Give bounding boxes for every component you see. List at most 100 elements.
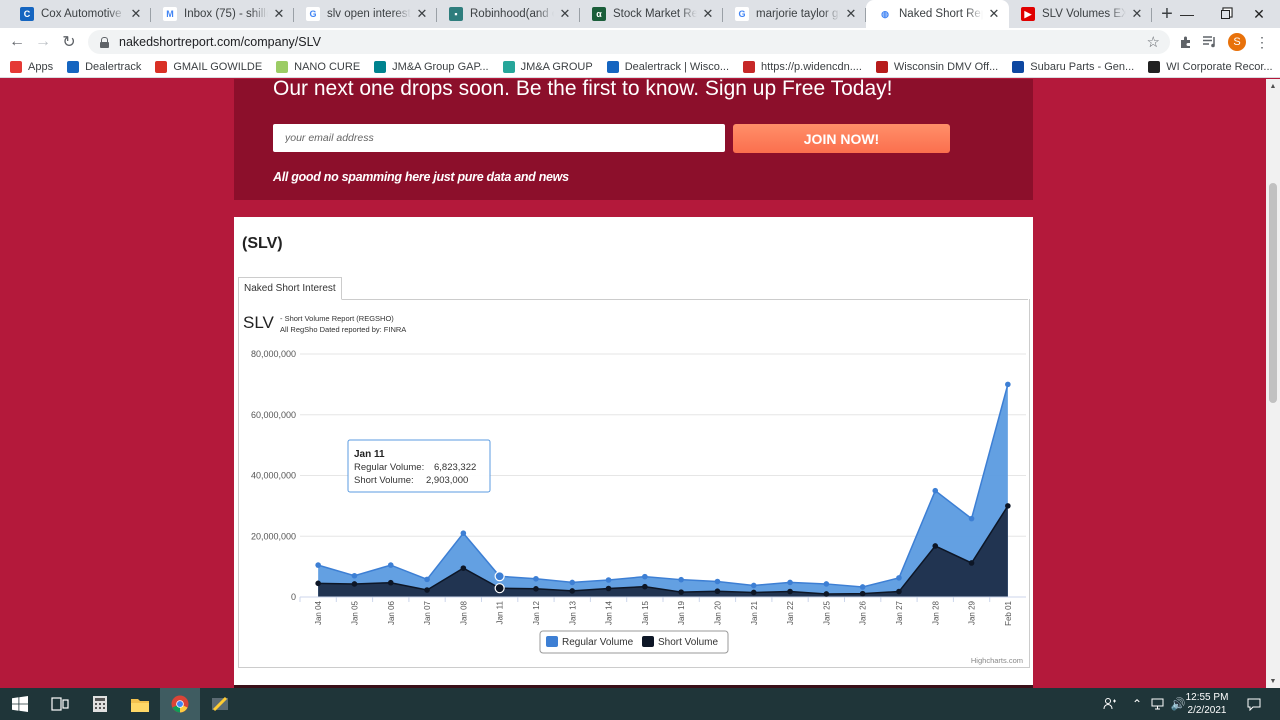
browser-tab[interactable]: ▶ SLV Volumes EXPLO ✕ bbox=[1009, 0, 1152, 28]
data-point[interactable] bbox=[787, 588, 793, 595]
calculator-icon[interactable] bbox=[80, 688, 120, 720]
people-icon[interactable] bbox=[1100, 688, 1120, 720]
tab-title: SLV Volumes EXPLO bbox=[1042, 8, 1126, 20]
windows-start-icon[interactable] bbox=[0, 688, 40, 720]
menu-icon[interactable]: ⋮ bbox=[1254, 28, 1270, 56]
data-point[interactable] bbox=[787, 579, 793, 586]
media-control-icon[interactable] bbox=[1200, 28, 1220, 56]
data-point[interactable] bbox=[678, 576, 684, 583]
bookmark-item[interactable]: GMAIL GOWILDE bbox=[155, 60, 262, 73]
bookmark-star-icon[interactable]: ☆ bbox=[1147, 33, 1160, 51]
bookmark-item[interactable]: Wisconsin DMV Off... bbox=[875, 60, 998, 73]
close-tab-icon[interactable]: ✕ bbox=[272, 6, 286, 22]
bookmark-item[interactable]: Dealertrack | Wisco... bbox=[606, 60, 729, 73]
back-icon[interactable]: ← bbox=[4, 29, 30, 55]
bookmark-item[interactable]: Subaru Parts - Gen... bbox=[1012, 60, 1134, 73]
chevron-up-icon[interactable]: ⌃ bbox=[1128, 688, 1146, 720]
browser-tab[interactable]: ◍ Naked Short Report ✕ bbox=[866, 0, 1009, 28]
close-tab-icon[interactable]: ✕ bbox=[1130, 6, 1144, 22]
tab-title: Robinhood(and othe bbox=[470, 8, 554, 20]
address-bar[interactable]: nakedshortreport.com/company/SLV ☆ bbox=[88, 30, 1170, 54]
data-point[interactable] bbox=[1005, 503, 1011, 509]
data-point[interactable] bbox=[424, 576, 430, 583]
data-point[interactable] bbox=[859, 590, 866, 597]
network-icon[interactable] bbox=[1148, 688, 1168, 720]
bookmark-item[interactable]: JM&A Group GAP... bbox=[374, 60, 489, 73]
data-point[interactable] bbox=[932, 487, 939, 494]
data-point[interactable] bbox=[968, 560, 975, 566]
close-tab-icon[interactable]: ✕ bbox=[415, 6, 429, 22]
forward-icon[interactable]: → bbox=[30, 29, 56, 55]
bookmark-item[interactable]: NANO CURE bbox=[276, 60, 360, 73]
email-field[interactable] bbox=[273, 124, 725, 152]
browser-tab[interactable]: Gslv open interest - G ✕ bbox=[294, 0, 437, 28]
data-point[interactable] bbox=[932, 543, 939, 549]
x-tick-label: Jan 22 bbox=[786, 600, 795, 625]
close-tab-icon[interactable]: ✕ bbox=[844, 6, 858, 22]
data-point[interactable] bbox=[714, 588, 721, 595]
data-point[interactable] bbox=[605, 585, 612, 592]
bookmark-item[interactable]: https://p.widencdn.... bbox=[743, 60, 862, 73]
data-point[interactable] bbox=[351, 572, 358, 579]
legend-item-1[interactable]: Short Volume bbox=[642, 636, 718, 648]
data-point[interactable] bbox=[494, 571, 505, 582]
chrome-taskbar-icon[interactable] bbox=[160, 688, 200, 720]
tab-naked-short-interest[interactable]: Naked Short Interest bbox=[238, 277, 342, 300]
browser-tab[interactable]: C Cox Automotive Sig ✕ bbox=[8, 0, 151, 28]
data-point[interactable] bbox=[968, 515, 975, 522]
data-point[interactable] bbox=[460, 530, 467, 537]
browser-tab[interactable]: Gmarjorie taylor gree ✕ bbox=[723, 0, 866, 28]
bookmark-item[interactable]: Dealertrack bbox=[67, 60, 141, 73]
data-point[interactable] bbox=[642, 583, 648, 590]
data-point[interactable] bbox=[315, 580, 321, 587]
browser-tab[interactable]: ▪ Robinhood(and othe ✕ bbox=[437, 0, 580, 28]
data-point[interactable] bbox=[750, 589, 757, 596]
file-explorer-icon[interactable] bbox=[120, 688, 160, 720]
browser-tab[interactable]: α Stock Market Resea ✕ bbox=[580, 0, 723, 28]
scrollbar-thumb[interactable] bbox=[1269, 183, 1277, 403]
data-point[interactable] bbox=[460, 565, 467, 571]
data-point[interactable] bbox=[387, 579, 394, 586]
data-point[interactable] bbox=[569, 579, 576, 586]
close-window-button[interactable]: ✕ bbox=[1236, 0, 1280, 28]
data-point[interactable] bbox=[424, 587, 430, 593]
data-point[interactable] bbox=[896, 575, 902, 581]
extensions-icon[interactable] bbox=[1176, 28, 1196, 56]
bookmark-item[interactable]: JM&A GROUP bbox=[502, 60, 593, 73]
taskbar-clock[interactable]: 12:55 PM 2/2/2021 bbox=[1181, 691, 1233, 717]
bookmark-item[interactable]: Apps bbox=[10, 60, 53, 73]
scroll-up-icon[interactable]: ▲ bbox=[1266, 79, 1280, 93]
avatar[interactable]: S bbox=[1226, 28, 1248, 56]
notifications-icon[interactable] bbox=[1243, 688, 1265, 720]
reload-icon[interactable]: ↻ bbox=[56, 29, 82, 55]
join-now-button[interactable]: JOIN NOW! bbox=[733, 124, 950, 153]
page-scrollbar[interactable]: ▲ ▼ bbox=[1266, 79, 1280, 688]
data-point[interactable] bbox=[605, 577, 612, 583]
data-point[interactable] bbox=[678, 589, 684, 595]
browser-tab[interactable]: M Inbox (75) - shill@g ✕ bbox=[151, 0, 294, 28]
data-point[interactable] bbox=[642, 573, 648, 580]
data-point[interactable] bbox=[714, 578, 721, 585]
data-point[interactable] bbox=[750, 582, 757, 589]
data-point[interactable] bbox=[351, 581, 358, 587]
close-tab-icon[interactable]: ✕ bbox=[129, 6, 143, 22]
close-tab-icon[interactable]: ✕ bbox=[701, 6, 715, 22]
close-tab-icon[interactable]: ✕ bbox=[987, 6, 1001, 22]
data-point[interactable] bbox=[494, 583, 505, 594]
data-point[interactable] bbox=[823, 581, 830, 587]
data-point[interactable] bbox=[1005, 381, 1011, 388]
data-point[interactable] bbox=[823, 591, 830, 597]
chart-credits[interactable]: Highcharts.com bbox=[971, 656, 1023, 665]
snipping-tool-icon[interactable] bbox=[200, 688, 240, 720]
data-point[interactable] bbox=[859, 584, 866, 590]
data-point[interactable] bbox=[533, 585, 539, 592]
data-point[interactable] bbox=[896, 588, 902, 595]
data-point[interactable] bbox=[533, 575, 539, 582]
data-point[interactable] bbox=[387, 562, 394, 568]
data-point[interactable] bbox=[315, 562, 321, 568]
bookmark-item[interactable]: WI Corporate Recor... bbox=[1148, 60, 1273, 73]
close-tab-icon[interactable]: ✕ bbox=[558, 6, 572, 22]
scroll-down-icon[interactable]: ▼ bbox=[1266, 674, 1280, 688]
data-point[interactable] bbox=[569, 588, 576, 594]
task-view-icon[interactable] bbox=[40, 688, 80, 720]
